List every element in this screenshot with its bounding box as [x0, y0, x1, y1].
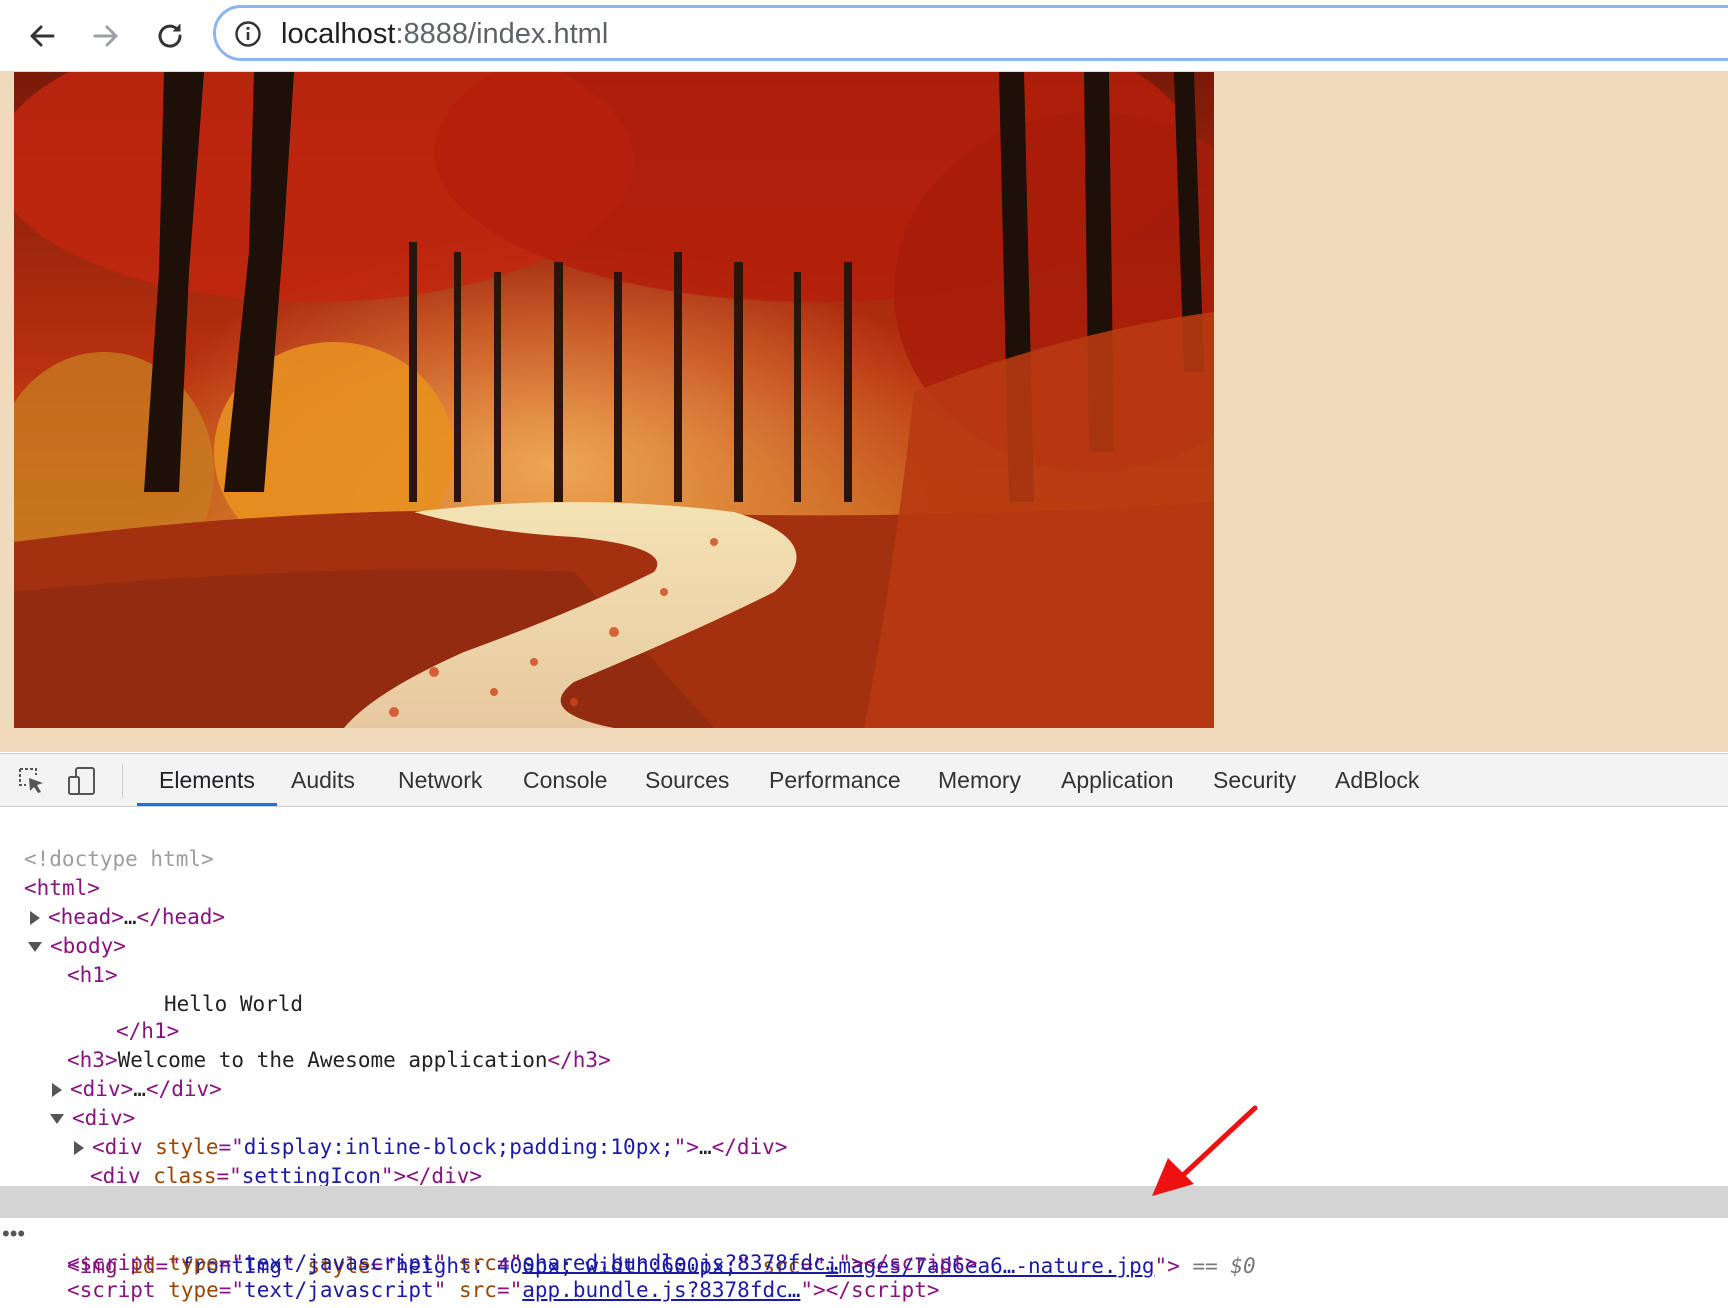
page-viewport — [0, 72, 1728, 752]
dom-node-div-collapsed[interactable]: <div>…</div> — [0, 1041, 1728, 1101]
dom-node-div-expanded[interactable]: <div> — [0, 1070, 1728, 1130]
tab-adblock[interactable]: AdBlock — [1313, 754, 1441, 806]
dom-node-head[interactable]: <head>…</head> — [0, 869, 1728, 929]
arrow-right-icon — [93, 25, 118, 47]
tag-name: script — [850, 1278, 927, 1302]
tab-audits[interactable]: Audits — [269, 754, 377, 806]
device-toolbar-icon[interactable] — [66, 765, 98, 797]
dom-node-h3[interactable]: <h3>Welcome to the Awesome application</… — [0, 1012, 1728, 1072]
devtools-tabbar: Elements Audits Network Console Sources … — [0, 753, 1728, 807]
front-image — [14, 72, 1214, 728]
tab-application[interactable]: Application — [1039, 754, 1196, 806]
tag-name: script — [79, 1278, 156, 1302]
attr-name: type — [168, 1278, 219, 1302]
red-arrow-annotation-icon — [1152, 1105, 1258, 1196]
browser-toolbar: localhost:8888/index.html — [0, 0, 1728, 72]
reload-button[interactable] — [148, 14, 192, 58]
address-bar[interactable]: localhost:8888/index.html — [213, 5, 1728, 61]
tab-performance[interactable]: Performance — [747, 754, 923, 806]
attr-value: text/javascript — [244, 1278, 434, 1302]
tab-console[interactable]: Console — [501, 754, 629, 806]
back-button[interactable] — [20, 14, 64, 58]
dom-node-div-inline-block[interactable]: <div style="display:inline-block;padding… — [0, 1099, 1728, 1159]
url-host: localhost — [281, 18, 396, 50]
dom-node-div-close[interactable]: </div> — [0, 1157, 1728, 1217]
dom-node-body[interactable]: <body> — [0, 898, 1728, 958]
url-text[interactable]: localhost:8888/index.html — [281, 16, 608, 52]
attr-name: src — [459, 1278, 497, 1302]
tab-sources[interactable]: Sources — [623, 754, 751, 806]
dom-node-h1-close[interactable]: </h1> — [0, 983, 1728, 1043]
dom-node-h1[interactable]: <h1> — [0, 927, 1728, 987]
dom-node-doctype[interactable]: <!doctype html> — [0, 811, 1728, 871]
forward-button[interactable] — [84, 14, 128, 58]
script-src-link[interactable]: app.bundle.js?8378fdc… — [522, 1278, 800, 1302]
elements-dom-tree: <!doctype html> <html> <head>…</head> <b… — [0, 807, 1728, 1308]
tab-memory[interactable]: Memory — [916, 754, 1043, 806]
reload-icon — [158, 24, 182, 48]
dom-node-html[interactable]: <html> — [0, 840, 1728, 900]
dom-node-script[interactable]: <script type="text/javascript" src="app.… — [0, 1242, 1728, 1302]
toolbar-divider — [122, 764, 123, 798]
url-path: :8888/index.html — [395, 18, 609, 50]
dom-node-div-setting-icon[interactable]: <div class="settingIcon"></div> — [0, 1128, 1728, 1188]
tab-elements[interactable]: Elements — [137, 754, 277, 806]
tab-network[interactable]: Network — [376, 754, 504, 806]
inspect-element-icon[interactable] — [16, 765, 48, 797]
dom-node-img-selected[interactable]: ••• <img id="frontImg" style="height: 40… — [0, 1186, 1728, 1278]
arrow-left-icon — [30, 25, 55, 47]
info-icon[interactable] — [234, 20, 262, 48]
tab-security[interactable]: Security — [1191, 754, 1318, 806]
